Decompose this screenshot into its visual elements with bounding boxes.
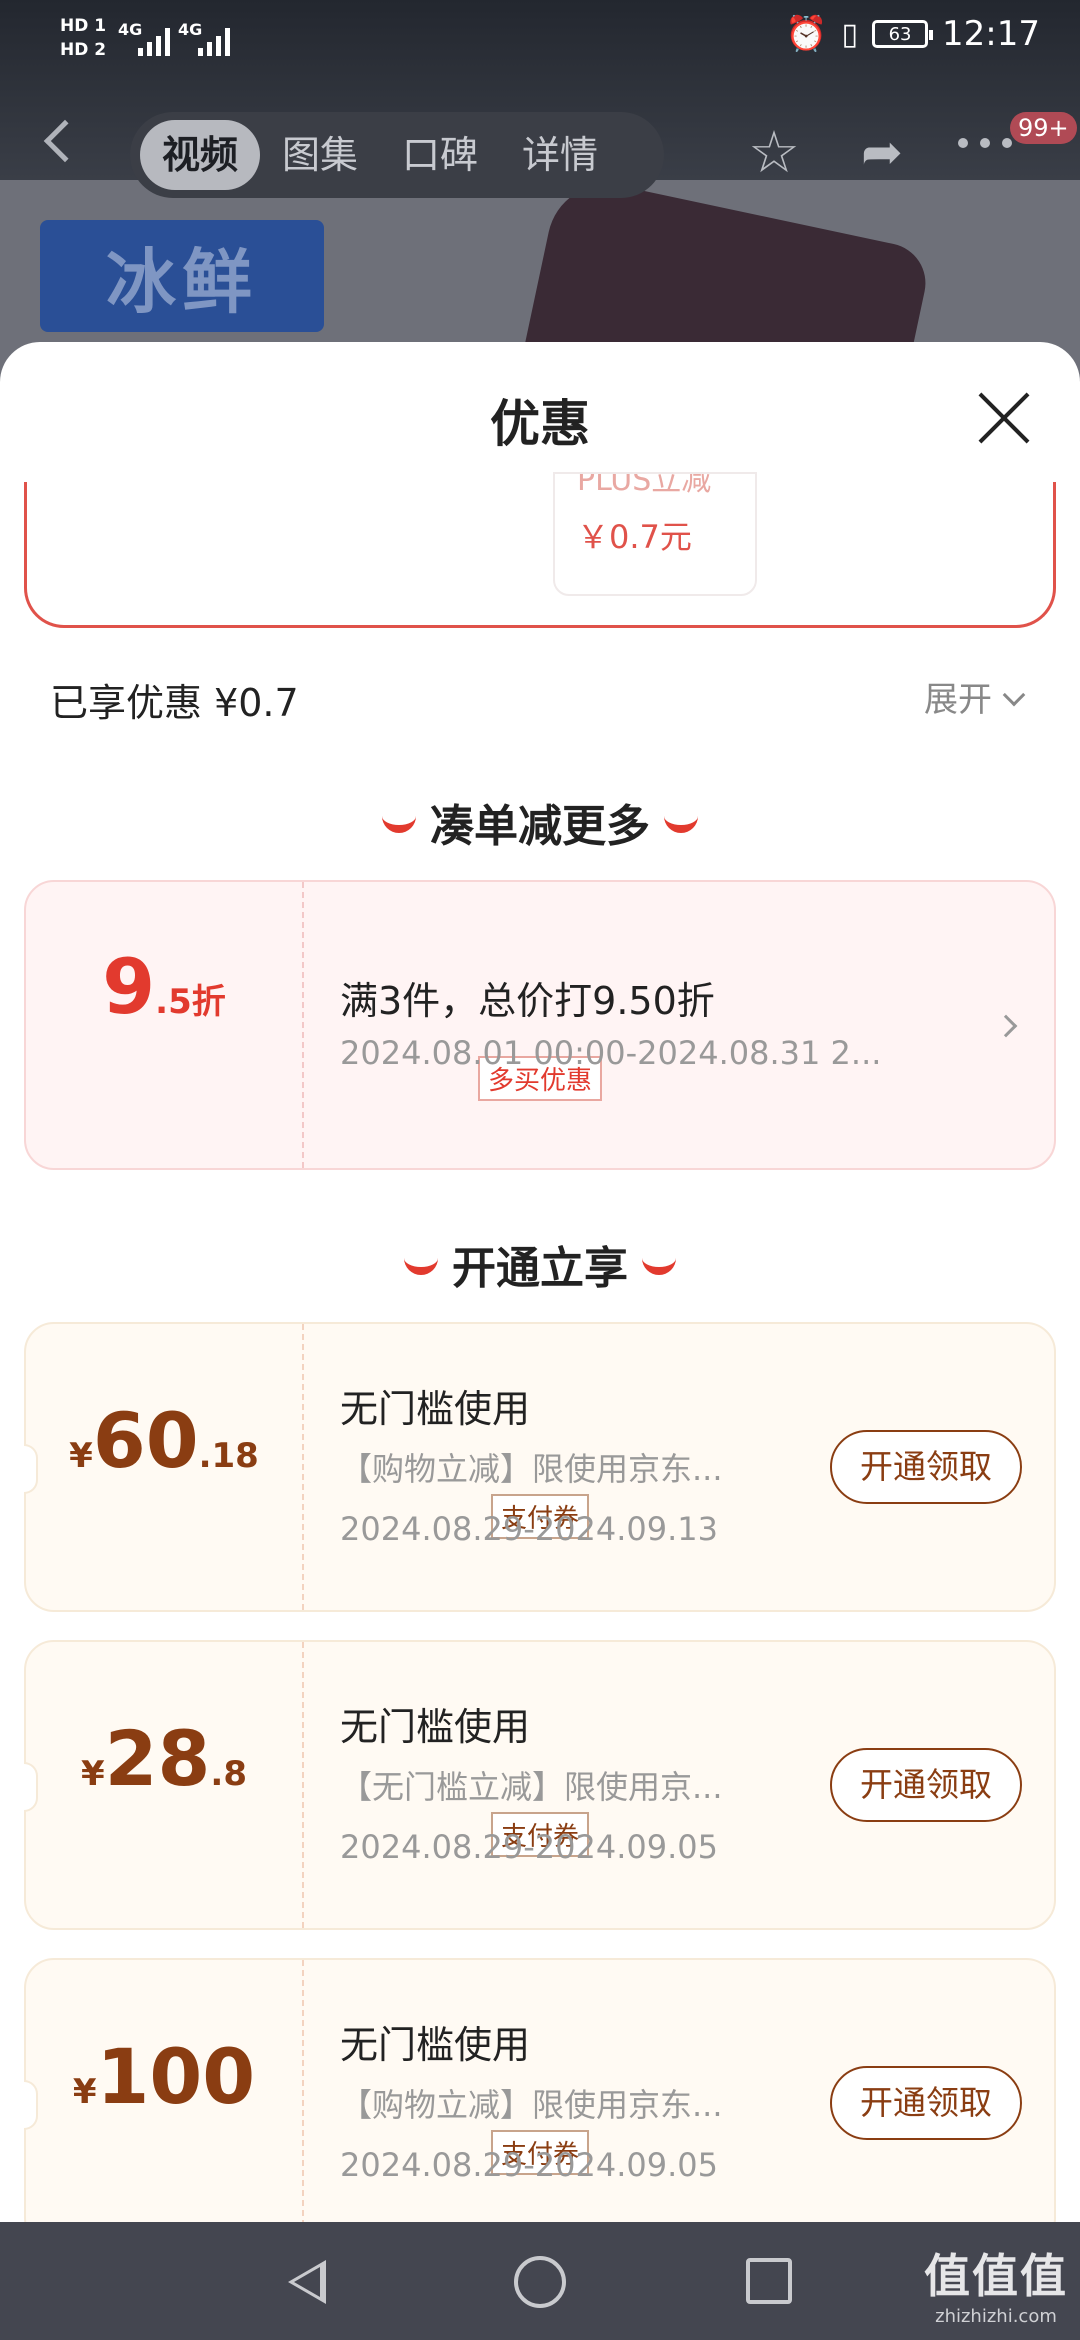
smile-left-icon	[404, 1257, 438, 1275]
expand-button[interactable]: 展开	[924, 672, 1026, 721]
system-navigation-bar: 值值值 zhizhizhi.com	[0, 2222, 1080, 2340]
sheet-title: 优惠	[490, 395, 590, 453]
clock: 12:17	[942, 14, 1040, 54]
card-divider	[302, 1324, 304, 1610]
coupon-desc: 【购物立减】限使用京东...	[340, 1450, 723, 1488]
plus-discount-chip[interactable]: PLUS立减 ￥0.7元	[553, 472, 757, 596]
section-title-membership: 开通立享	[0, 1232, 1080, 1296]
card-divider	[302, 882, 304, 1168]
coupon-amount: ¥60.18	[69, 1396, 259, 1485]
discount-amount: 9.5折	[102, 942, 226, 1031]
plus-discount-value: ￥0.7元	[577, 518, 692, 556]
nav-home-icon[interactable]	[514, 2256, 566, 2308]
enjoyed-discount: 已享优惠 ¥0.7	[50, 681, 299, 725]
vibrate-icon: ▯	[841, 16, 859, 52]
signal-icon	[138, 22, 170, 56]
nav-back-icon[interactable]	[288, 2260, 326, 2304]
coupon-amount: ¥100	[72, 2032, 256, 2121]
notification-badge: 99+	[1010, 112, 1077, 144]
coupon-card: ¥60.18 支付券 无门槛使用 【购物立减】限使用京东... 2024.08.…	[24, 1322, 1056, 1612]
status-right: ⏰ ▯ 63 12:17	[785, 14, 1040, 54]
smile-right-icon	[664, 815, 698, 833]
nav-recent-icon[interactable]	[746, 2258, 792, 2304]
coupon-amount: ¥28.8	[80, 1714, 247, 1803]
card-divider	[302, 1960, 304, 2246]
plus-discount-label: PLUS立减	[577, 474, 712, 498]
hd-indicator: HD 1 HD 2	[60, 16, 107, 60]
chevron-down-icon	[1002, 683, 1026, 707]
signal-icon-2	[198, 22, 230, 56]
claim-button[interactable]: 开通领取	[830, 2066, 1022, 2140]
more-icon[interactable]	[958, 138, 1012, 148]
multi-buy-discount-card[interactable]: 9.5折 多买优惠 满3件，总价打9.50折 2024.08.01 00:00-…	[24, 880, 1056, 1170]
tab-reviews[interactable]: 口碑	[380, 120, 500, 190]
card-divider	[302, 1642, 304, 1928]
coupon-title: 无门槛使用	[340, 1705, 531, 1749]
section-title-bundle: 凑单减更多	[0, 790, 1080, 854]
product-badge: 冰鲜	[40, 220, 324, 332]
coupon-date: 2024.08.29-2024.09.05	[340, 1828, 718, 1866]
coupon-title: 无门槛使用	[340, 1387, 531, 1431]
tab-gallery[interactable]: 图集	[260, 120, 380, 190]
coupon-card: ¥28.8 支付券 无门槛使用 【无门槛立减】限使用京... 2024.08.2…	[24, 1640, 1056, 1930]
star-icon[interactable]: ☆	[742, 120, 806, 184]
claim-button[interactable]: 开通领取	[830, 1748, 1022, 1822]
watermark: 值值值 zhizhizhi.com	[924, 2249, 1068, 2327]
coupon-desc: 【购物立减】限使用京东...	[340, 2086, 723, 2124]
share-icon[interactable]: ➦	[850, 120, 914, 184]
coupon-date: 2024.08.29-2024.09.13	[340, 1510, 718, 1548]
claim-button[interactable]: 开通领取	[830, 1430, 1022, 1504]
tab-details[interactable]: 详情	[500, 120, 620, 190]
battery-icon: 63	[872, 20, 934, 48]
status-bar: HD 1 HD 2 4G 4G ⏰ ▯ 63 12:17	[0, 0, 1080, 80]
discount-date: 2024.08.01 00:00-2024.08.31 2...	[340, 1034, 882, 1072]
smile-right-icon	[642, 1257, 676, 1275]
coupon-desc: 【无门槛立减】限使用京...	[340, 1768, 723, 1806]
discount-title: 满3件，总价打9.50折	[340, 979, 715, 1023]
close-icon[interactable]	[974, 388, 1034, 448]
alarm-icon: ⏰	[785, 14, 828, 54]
media-tabs: 视频 图集 口碑 详情	[130, 112, 664, 198]
coupon-card: ¥100 支付券 无门槛使用 【购物立减】限使用京东... 2024.08.29…	[24, 1958, 1056, 2248]
tab-video[interactable]: 视频	[140, 120, 261, 190]
chevron-right-icon	[994, 1014, 1018, 1038]
applied-promo-box: PLUS立减 ￥0.7元	[24, 472, 1056, 628]
coupon-date: 2024.08.29-2024.09.05	[340, 2146, 718, 2184]
smile-left-icon	[382, 815, 416, 833]
coupon-title: 无门槛使用	[340, 2023, 531, 2067]
expand-label: 展开	[924, 680, 992, 720]
